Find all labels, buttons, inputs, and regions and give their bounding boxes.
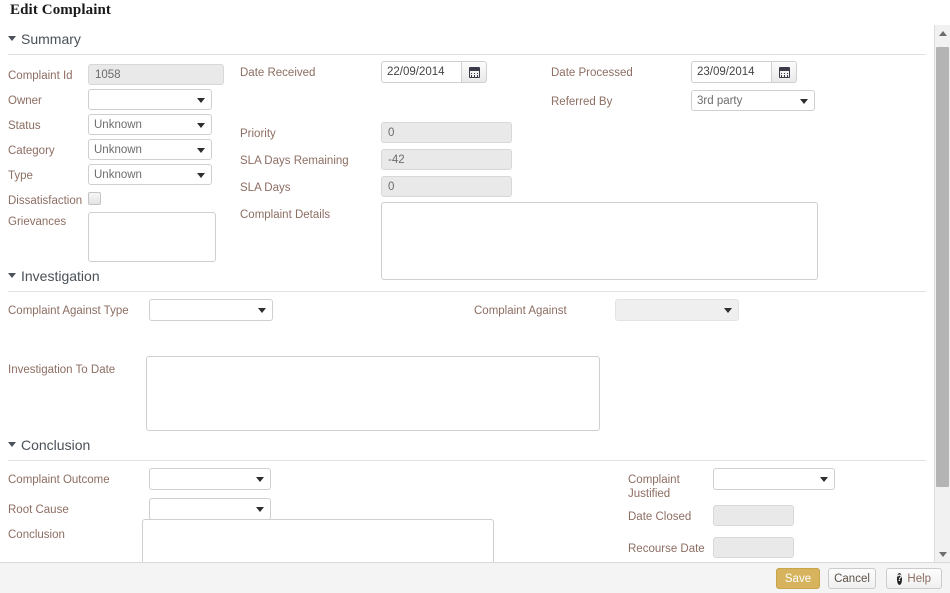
complaint-id-input[interactable] bbox=[88, 64, 224, 85]
form-action-bar: Save Cancel ? Help bbox=[0, 562, 950, 593]
category-select-wrap: Unknown bbox=[88, 139, 212, 160]
save-button[interactable]: Save bbox=[776, 568, 820, 589]
calendar-icon bbox=[779, 67, 790, 78]
label-grievances: Grievances bbox=[8, 215, 66, 229]
form-canvas: Summary Complaint Id Owner Status Unknow… bbox=[0, 25, 934, 562]
recourse-date-input[interactable] bbox=[713, 537, 794, 558]
section-header-summary[interactable]: Summary bbox=[8, 31, 926, 55]
referred-by-select[interactable]: 3rd party bbox=[691, 90, 815, 111]
label-conclusion: Conclusion bbox=[8, 528, 65, 542]
section-header-investigation[interactable]: Investigation bbox=[8, 268, 926, 292]
root-cause-select-wrap bbox=[149, 498, 271, 520]
date-closed-input[interactable] bbox=[713, 505, 794, 526]
page-title: Edit Complaint bbox=[10, 2, 111, 19]
caret-down-icon bbox=[8, 442, 16, 447]
caret-down-icon bbox=[8, 36, 16, 41]
label-priority: Priority bbox=[240, 127, 276, 141]
scroll-up-arrow-icon bbox=[939, 31, 947, 36]
label-root-cause: Root Cause bbox=[8, 503, 69, 517]
label-complaint-details: Complaint Details bbox=[240, 208, 330, 222]
root-cause-select[interactable] bbox=[149, 498, 271, 520]
section-label-investigation: Investigation bbox=[21, 268, 100, 284]
category-select[interactable]: Unknown bbox=[88, 139, 212, 160]
conclusion-textarea[interactable] bbox=[142, 519, 494, 562]
type-select[interactable]: Unknown bbox=[88, 164, 212, 185]
section-label-summary: Summary bbox=[21, 31, 81, 47]
sla-days-remaining-input[interactable] bbox=[381, 149, 512, 170]
type-select-wrap: Unknown bbox=[88, 164, 212, 185]
complaint-outcome-select-wrap bbox=[149, 468, 271, 490]
label-investigation-to-date: Investigation To Date bbox=[8, 363, 115, 377]
label-sla-days: SLA Days bbox=[240, 181, 291, 195]
help-button-label: Help bbox=[907, 573, 931, 585]
status-select-wrap: Unknown bbox=[88, 114, 212, 135]
complaint-justified-select-wrap bbox=[713, 468, 835, 490]
edit-complaint-form-page: Edit Complaint Summary Complaint Id Owne… bbox=[0, 0, 950, 593]
owner-select[interactable] bbox=[88, 89, 212, 110]
section-label-conclusion: Conclusion bbox=[21, 437, 90, 453]
label-complaint-outcome: Complaint Outcome bbox=[8, 473, 110, 487]
referred-by-select-wrap: 3rd party bbox=[691, 90, 815, 111]
label-complaint-justified: Complaint Justified bbox=[628, 473, 712, 501]
label-date-closed: Date Closed bbox=[628, 510, 691, 524]
scrollbar-thumb[interactable] bbox=[936, 47, 949, 487]
owner-select-wrap bbox=[88, 89, 212, 110]
status-select[interactable]: Unknown bbox=[88, 114, 212, 135]
complaint-against-type-select[interactable] bbox=[149, 299, 273, 321]
complaint-against-type-select-wrap bbox=[149, 299, 273, 321]
label-date-processed: Date Processed bbox=[551, 66, 633, 80]
scroll-up-button[interactable] bbox=[935, 25, 950, 41]
label-owner: Owner bbox=[8, 94, 42, 108]
label-complaint-against-type: Complaint Against Type bbox=[8, 304, 129, 318]
investigation-to-date-textarea[interactable] bbox=[146, 356, 600, 431]
caret-down-icon bbox=[8, 273, 16, 278]
sla-days-input[interactable] bbox=[381, 176, 512, 197]
calendar-icon bbox=[469, 67, 480, 78]
label-category: Category bbox=[8, 144, 55, 158]
help-icon: ? bbox=[897, 573, 903, 585]
scroll-down-arrow-icon bbox=[939, 552, 947, 557]
label-complaint-against: Complaint Against bbox=[474, 304, 567, 318]
section-header-conclusion[interactable]: Conclusion bbox=[8, 437, 926, 461]
date-processed-input[interactable] bbox=[691, 61, 771, 83]
label-status: Status bbox=[8, 119, 41, 133]
dissatisfaction-checkbox[interactable] bbox=[88, 192, 101, 205]
vertical-scrollbar[interactable] bbox=[934, 25, 950, 562]
complaint-against-select-wrap bbox=[615, 299, 739, 321]
label-referred-by: Referred By bbox=[551, 95, 612, 109]
label-sla-days-remaining: SLA Days Remaining bbox=[240, 154, 349, 168]
label-dissatisfaction: Dissatisfaction bbox=[8, 194, 82, 208]
label-recourse-date: Recourse Date bbox=[628, 542, 705, 556]
complaint-justified-select[interactable] bbox=[713, 468, 835, 490]
grievances-textarea[interactable] bbox=[88, 212, 216, 262]
date-processed-calendar-button[interactable] bbox=[771, 61, 797, 83]
help-button[interactable]: ? Help bbox=[886, 568, 942, 589]
label-date-received: Date Received bbox=[240, 66, 315, 80]
priority-input[interactable] bbox=[381, 122, 512, 143]
label-complaint-id: Complaint Id bbox=[8, 69, 73, 83]
date-received-input[interactable] bbox=[381, 61, 461, 83]
scroll-down-button[interactable] bbox=[935, 546, 950, 562]
date-received-calendar-button[interactable] bbox=[461, 61, 487, 83]
complaint-against-select[interactable] bbox=[615, 299, 739, 321]
cancel-button[interactable]: Cancel bbox=[828, 568, 876, 589]
complaint-outcome-select[interactable] bbox=[149, 468, 271, 490]
label-type: Type bbox=[8, 169, 33, 183]
form-scroll-viewport: Summary Complaint Id Owner Status Unknow… bbox=[0, 25, 934, 562]
